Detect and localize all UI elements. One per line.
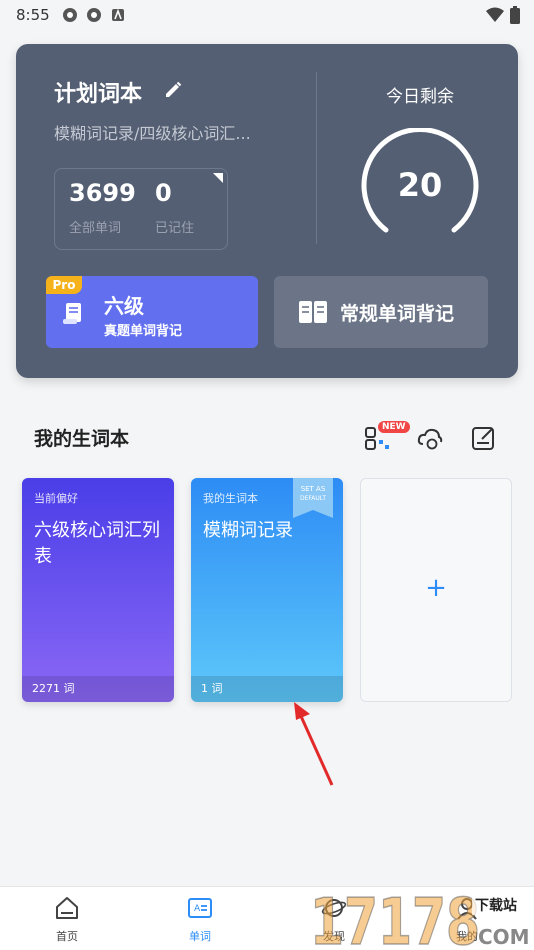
vocab-book-fuzzy[interactable]: 我的生词本 SET AS DEFAULT 模糊词记录 1 词 — [191, 478, 343, 702]
tab-label: 单词 — [189, 930, 211, 943]
svg-text:SET AS: SET AS — [301, 485, 326, 493]
svg-text:COM: COM — [478, 925, 530, 949]
remembered-stat: 0 已记住 — [155, 179, 194, 236]
tab-home[interactable]: 首页 — [37, 895, 97, 944]
remembered-value: 0 — [155, 179, 172, 207]
plus-icon: + — [425, 573, 447, 603]
book-count: 1 词 — [191, 676, 343, 702]
book-name: 模糊词记录 — [203, 520, 293, 541]
cet6-subtitle: 真题单词背记 — [104, 324, 183, 339]
cet6-title: 六级 — [104, 294, 144, 318]
book-tag: 当前偏好 — [34, 492, 78, 505]
open-book-icon — [299, 301, 327, 323]
tab-words[interactable]: A 单词 — [170, 895, 230, 944]
edit-icon[interactable] — [162, 78, 184, 100]
plan-card[interactable]: 计划词本 模糊词记录/四级核心词汇... 3699 全部单词 0 已记住 今日剩… — [16, 44, 518, 378]
edit-note-icon[interactable] — [470, 424, 498, 452]
normal-study-button[interactable]: 常规单词背记 — [274, 276, 488, 348]
total-words-value: 3699 — [69, 179, 136, 207]
status-bar: 8:55 — [0, 0, 534, 30]
remain-count: 20 — [397, 166, 443, 204]
annotation-arrow-icon — [294, 702, 334, 786]
status-time: 8:55 — [16, 6, 50, 24]
plan-subtitle: 模糊词记录/四级核心词汇... — [54, 124, 251, 143]
svg-text:DEFAULT: DEFAULT — [300, 495, 326, 502]
normal-study-label: 常规单词背记 — [340, 303, 455, 325]
scroll-book-icon — [63, 303, 81, 324]
watermark-text: 下载站 — [472, 895, 520, 915]
remembered-label: 已记住 — [155, 221, 195, 236]
notification-icon — [86, 8, 101, 22]
pro-badge: Pro — [46, 276, 82, 294]
total-words-label: 全部单词 — [69, 221, 122, 236]
svg-text:A: A — [194, 904, 201, 914]
word-card-icon: A — [188, 898, 212, 918]
set-default-ribbon[interactable]: SET AS DEFAULT — [293, 478, 333, 518]
plan-title: 计划词本 — [54, 82, 143, 107]
add-book-button[interactable]: + — [360, 478, 512, 702]
book-name: 六级核心词汇列表 — [34, 520, 160, 567]
total-words-stat: 3699 全部单词 — [69, 179, 136, 236]
stats-box[interactable]: 3699 全部单词 0 已记住 — [54, 168, 228, 250]
book-count: 2271 词 — [22, 676, 174, 702]
tab-label: 首页 — [56, 930, 78, 943]
corner-mark-icon — [213, 173, 223, 183]
wifi-icon — [486, 7, 504, 22]
home-icon — [56, 897, 78, 919]
vocab-book-cet6-core[interactable]: 当前偏好 六级核心词汇列表 2271 词 — [22, 478, 174, 702]
book-tag: 我的生词本 — [203, 492, 258, 505]
new-badge: NEW — [378, 421, 410, 433]
cet6-button[interactable]: Pro 六级 真题单词背记 — [46, 276, 258, 348]
card-divider — [316, 72, 317, 244]
vocab-section-title: 我的生词本 — [34, 428, 130, 450]
battery-icon — [510, 6, 520, 24]
notification-icon — [62, 8, 77, 22]
app-notification-icon — [111, 8, 124, 21]
remain-label: 今日剩余 — [386, 87, 454, 107]
cloud-sync-icon[interactable] — [416, 424, 444, 452]
svg-text:17178: 17178 — [310, 888, 480, 950]
